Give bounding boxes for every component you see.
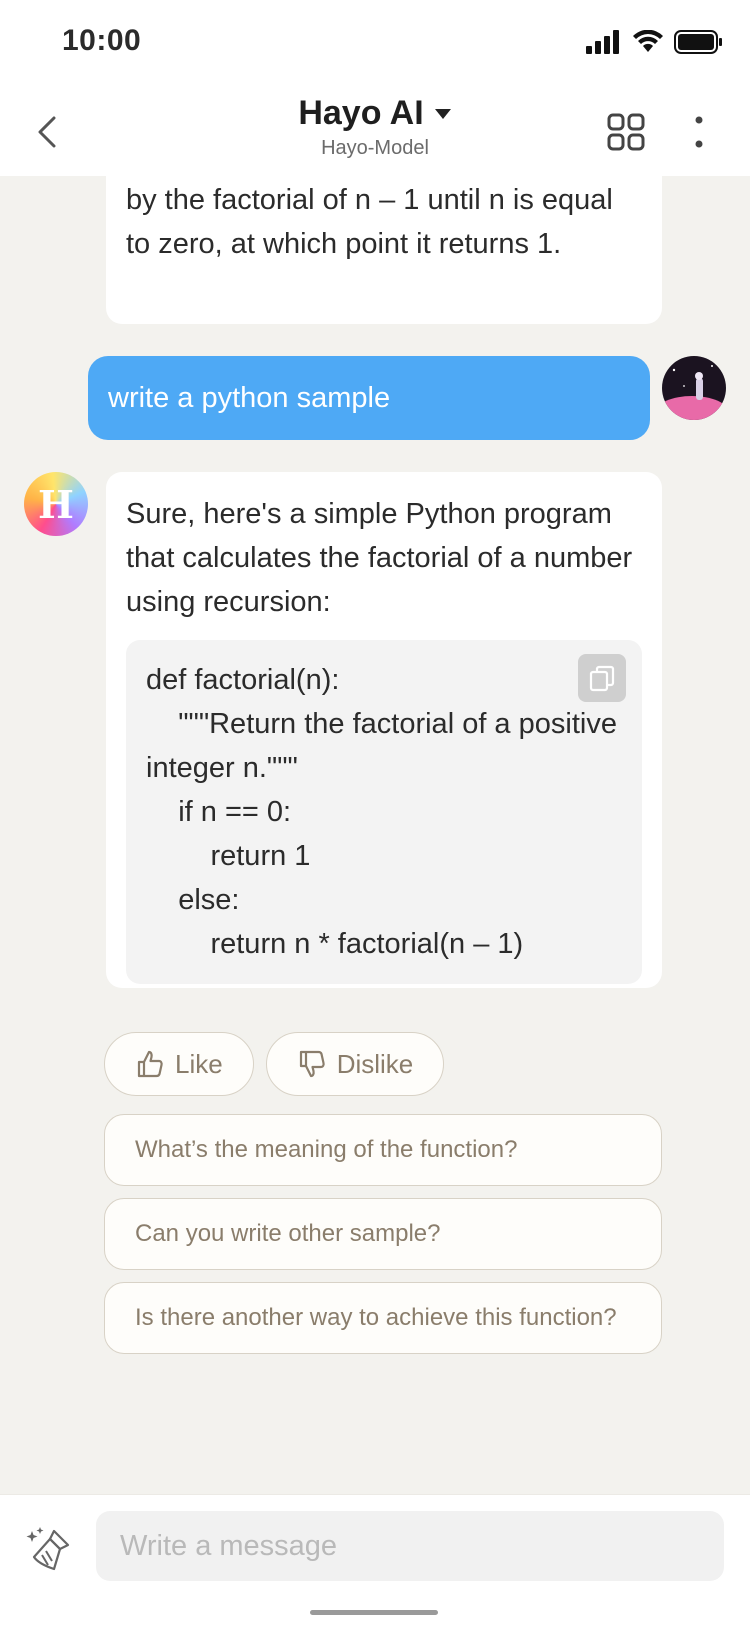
user-avatar-image [662, 356, 726, 420]
thumbs-up-icon [137, 1050, 163, 1078]
code-line: if n == 0: [146, 796, 292, 828]
home-indicator [310, 1610, 438, 1615]
suggestion-chip[interactable]: Can you write other sample? [104, 1198, 662, 1270]
copy-code-button[interactable] [578, 654, 626, 702]
chat-scroll-area[interactable]: by the factorial of n – 1 until n is equ… [0, 176, 750, 1494]
reaction-row: Like Dislike [104, 1032, 445, 1096]
page-title: Hayo AI [298, 94, 424, 132]
bot-message-bubble: Sure, here's a simple Python program tha… [106, 472, 662, 988]
dislike-label: Dislike [336, 1048, 414, 1079]
bot-avatar-letter: H [38, 481, 74, 527]
grid-icon[interactable] [606, 112, 646, 152]
bot-message-text: Sure, here's a simple Python program tha… [126, 498, 633, 618]
code-block: def factorial(n): """Return the factoria… [126, 640, 642, 984]
dropdown-caret-icon [434, 108, 451, 119]
user-message-bubble: write a python sample [88, 356, 650, 440]
code-line: else: [146, 884, 240, 916]
nav-bar: Hayo AI Hayo-Model [0, 88, 750, 176]
copy-icon [589, 665, 615, 692]
bot-avatar: H [24, 472, 88, 536]
code-line: return 1 [146, 840, 311, 872]
signal-icon [586, 30, 619, 54]
suggestion-chip[interactable]: Is there another way to achieve this fun… [104, 1282, 662, 1354]
more-vertical-icon[interactable] [684, 112, 714, 152]
bot-message-previous: by the factorial of n – 1 until n is equ… [106, 176, 662, 324]
status-bar: 10:00 [0, 0, 750, 88]
composer-bar [0, 1494, 750, 1625]
dislike-button[interactable]: Dislike [265, 1032, 445, 1096]
suggestion-chip[interactable]: What’s the meaning of the function? [104, 1114, 662, 1186]
code-line: return n * factorial(n – 1) [146, 928, 524, 960]
code-line: """Return the factorial of a positive in… [146, 708, 626, 784]
like-label: Like [175, 1048, 223, 1079]
status-time: 10:00 [62, 24, 142, 57]
battery-icon [674, 30, 722, 54]
thumbs-down-icon [299, 1050, 325, 1078]
status-icons [586, 30, 724, 54]
magic-brush-icon[interactable] [24, 1525, 74, 1575]
code-line: def factorial(n): [146, 664, 340, 696]
like-button[interactable]: Like [104, 1032, 254, 1096]
message-input[interactable] [96, 1511, 724, 1581]
model-selector[interactable]: Hayo AI [298, 94, 451, 133]
wifi-icon [633, 30, 663, 52]
user-avatar[interactable] [662, 356, 726, 420]
